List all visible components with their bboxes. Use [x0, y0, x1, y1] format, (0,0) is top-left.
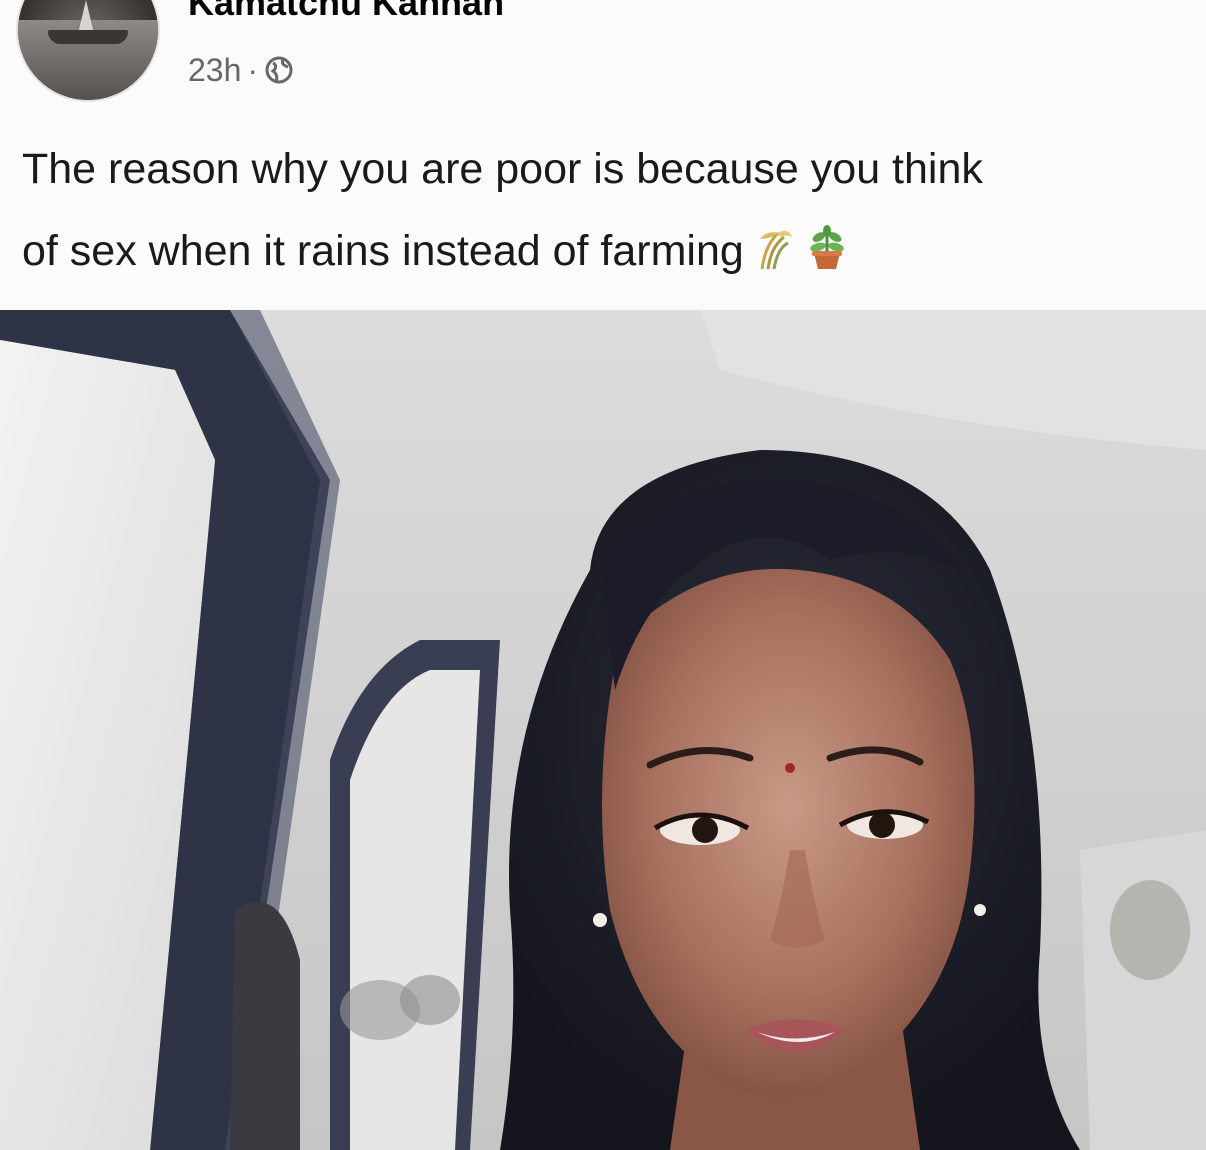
post-photo[interactable] [0, 310, 1206, 1150]
potted-plant-icon [810, 225, 844, 269]
post-text-line-2-wrap: of sex when it rains instead of farming [22, 210, 1206, 292]
facebook-post: Kamatchu Kannan 23h · The reason why you… [0, 0, 1206, 1150]
post-header: Kamatchu Kannan 23h · [0, 0, 1206, 110]
post-timestamp[interactable]: 23h [188, 52, 241, 89]
post-text-line-2: of sex when it rains instead of farming [22, 227, 744, 275]
author-name[interactable]: Kamatchu Kannan [188, 0, 504, 24]
author-avatar[interactable] [18, 0, 158, 100]
post-text: The reason why you are poor is because y… [22, 128, 1206, 292]
meta-separator: · [247, 51, 259, 88]
selfie-in-car-image [0, 310, 1206, 1150]
globe-icon[interactable] [264, 55, 294, 85]
sheaf-of-rice-icon [759, 230, 792, 270]
post-text-line-1: The reason why you are poor is because y… [22, 145, 983, 193]
post-meta: 23h · [188, 50, 294, 90]
